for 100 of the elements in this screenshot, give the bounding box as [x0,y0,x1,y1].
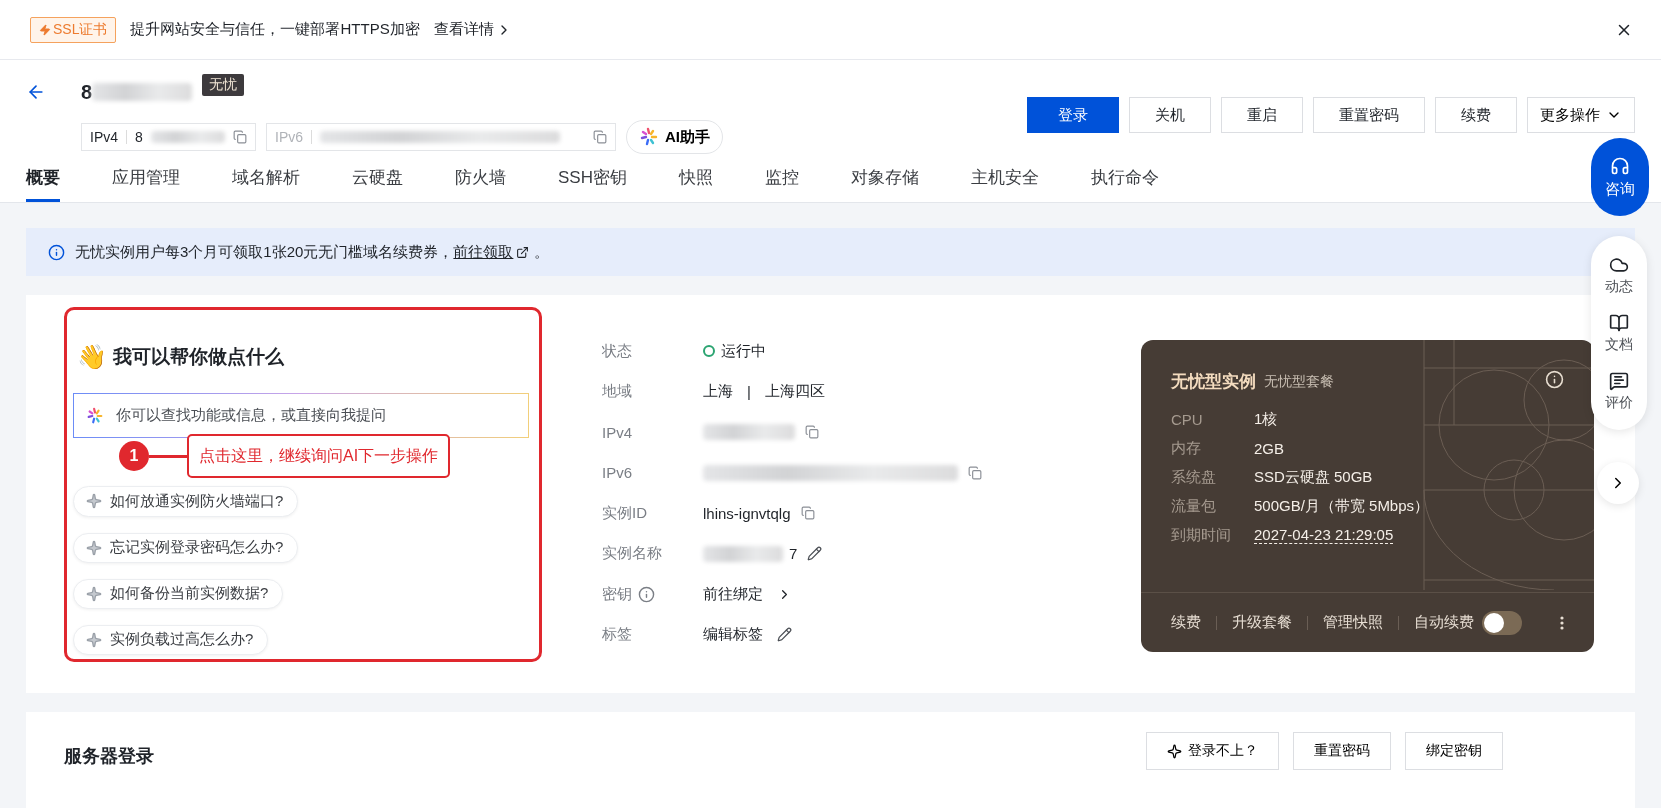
action-button[interactable]: 重启 [1221,97,1303,133]
action-button[interactable]: 续费 [1435,97,1517,133]
tab[interactable]: 执行命令 [1090,165,1159,202]
pencil-icon[interactable] [777,627,792,643]
tab[interactable]: 对象存储 [850,165,919,202]
instance-title: 8 [81,80,93,104]
tab[interactable]: 云硬盘 [352,165,403,202]
plan-action-link[interactable]: 续费 [1171,613,1201,632]
suggestion-chip[interactable]: 如何备份当前实例数据? [73,578,284,609]
auto-renew-label[interactable]: 自动续费 [1414,613,1474,632]
copy-icon[interactable] [233,130,247,144]
sparkle-icon [1167,743,1182,759]
external-link-icon [516,245,530,259]
edit-tags-link[interactable]: 编辑标签 [703,625,763,645]
spec-label: 系统盘 [1171,467,1217,487]
plan-action-link[interactable]: 升级套餐 [1232,613,1292,632]
separator-text: | [747,383,751,401]
spec-value: 1核 [1254,409,1278,429]
more-icon [1560,615,1564,630]
detail-value: 上海四区 [764,382,825,402]
sparkle-icon [86,585,102,602]
detail-label: 实例名称 [602,544,662,564]
detail-label: IPv4 [602,423,632,441]
tab[interactable]: 快照 [678,165,713,202]
spec-value: 2GB [1254,439,1284,457]
headset-icon [1610,155,1630,176]
assistant-logo-icon [639,127,659,147]
callout-text: 点击这里，继续询问AI下一步操作 [187,434,451,478]
detail-label: 标签 [602,625,632,645]
book-icon [1609,312,1629,333]
detail-label: 地域 [602,382,632,402]
action-button[interactable]: 登录 [1027,97,1119,133]
copy-icon[interactable] [800,506,815,521]
assistant-logo-icon [86,406,104,425]
plan-badge: 无忧 [202,74,245,96]
waving-hand-icon: 👋 [77,343,107,372]
detail-value: 7 [789,545,798,563]
detail-value: 运行中 [721,341,766,361]
section-title: 服务器登录 [64,745,154,768]
tab[interactable]: 主机安全 [970,165,1039,202]
auto-renew-switch[interactable] [1482,610,1522,635]
detail-value: lhins-ignvtqlg [703,504,791,522]
step-number: 1 [119,441,149,471]
lightning-icon [39,23,51,36]
detail-label: 实例ID [602,503,647,523]
sparkle-icon [86,493,102,510]
login-button[interactable]: 绑定密钥 [1405,732,1503,770]
spec-label: 内存 [1171,438,1202,458]
assistant-title: 我可以帮你做点什么 [113,345,284,370]
suggestion-chip[interactable]: 实例负载过高怎么办? [73,624,269,655]
action-button[interactable]: 关机 [1129,97,1211,133]
spec-value: SSD云硬盘 50GB [1254,467,1373,487]
more-actions-button[interactable]: 更多操作 [1527,97,1635,133]
side-menu-item[interactable]: 评价 [1605,362,1633,420]
ai-assistant-button[interactable]: AI助手 [626,120,723,154]
sparkle-icon [86,631,102,648]
claim-link[interactable]: 前往领取 [453,242,530,262]
plan-title: 无忧型实例 [1171,371,1256,393]
sparkle-icon [86,539,102,556]
info-icon [638,585,655,603]
ssl-tag: SSL证书 [30,16,117,43]
detail-label: 状态 [602,341,632,361]
bind-link[interactable]: 前往绑定 [703,584,763,604]
leader-line [149,455,187,458]
side-menu-item[interactable]: 动态 [1605,246,1633,304]
copy-icon[interactable] [805,425,819,440]
tab[interactable]: 域名解析 [232,165,300,202]
detail-label: 密钥 [602,584,632,604]
detail-label: IPv6 [602,464,632,482]
spec-label: CPU [1171,410,1204,428]
ip-field: IPv6 [266,123,616,151]
tab[interactable]: 应用管理 [112,165,180,202]
copy-icon[interactable] [968,465,982,480]
pencil-icon[interactable] [807,546,823,562]
spec-value: 500GB/月（带宽 5Mbps） [1254,496,1430,516]
copy-icon[interactable] [593,130,607,144]
info-icon [48,243,65,261]
side-menu-item[interactable]: 文档 [1605,304,1633,362]
spec-label: 流量包 [1171,496,1217,516]
banner-text: 提升网站安全与信任，一键部署HTTPS加密 [130,20,420,39]
more-button[interactable] [1560,615,1564,630]
login-button[interactable]: 登录不上？ [1146,732,1279,770]
ip-field: IPv4 8 [81,123,256,151]
tab[interactable]: 监控 [764,165,799,202]
expiry-date: 2027-04-23 21:29:05 [1254,526,1394,544]
plan-subtitle: 无忧型套餐 [1264,372,1334,391]
comment-icon [1609,370,1629,391]
tab[interactable]: 概要 [26,165,60,202]
suggestion-chip[interactable]: 忘记实例登录密码怎么办? [73,532,299,563]
consult-button[interactable]: 咨询 [1591,138,1649,216]
details-link[interactable]: 查看详情 [433,20,512,39]
info-icon[interactable] [1545,370,1564,389]
tab[interactable]: 防火墙 [455,165,506,202]
suggestion-chip[interactable]: 如何放通实例防火墙端口? [73,486,299,517]
action-button[interactable]: 重置密码 [1313,97,1425,133]
spec-label: 到期时间 [1171,525,1232,545]
tab[interactable]: SSH密钥 [558,165,627,202]
login-button[interactable]: 重置密码 [1293,732,1391,770]
detail-value: 上海 [703,382,733,402]
plan-action-link[interactable]: 管理快照 [1323,613,1383,632]
